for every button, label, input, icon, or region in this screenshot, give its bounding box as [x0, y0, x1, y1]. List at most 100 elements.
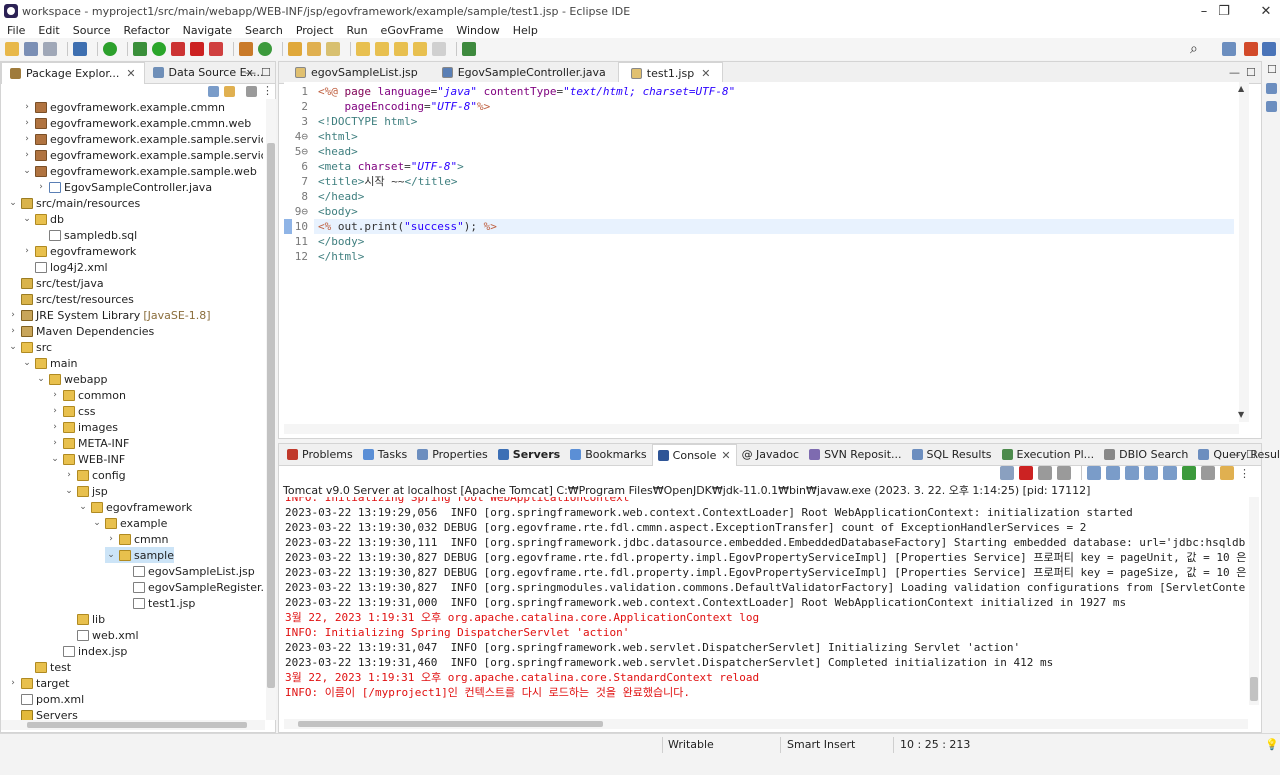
bottom-tab[interactable]: DBIO Search	[1099, 444, 1193, 465]
tree-item[interactable]: test1.jsp	[119, 595, 195, 611]
expand-arrow-icon[interactable]: ›	[7, 678, 19, 688]
expand-arrow-icon[interactable]: ⌄	[7, 342, 19, 352]
save-icon[interactable]	[24, 42, 38, 56]
console-hscroll-thumb[interactable]	[298, 721, 603, 727]
word-wrap-icon[interactable]	[1125, 466, 1139, 480]
tree-item[interactable]: › META-INF	[49, 435, 129, 451]
menu-egovframe[interactable]: eGovFrame	[381, 24, 444, 37]
expand-arrow-icon[interactable]: ⌄	[105, 550, 117, 560]
expand-arrow-icon[interactable]: ›	[49, 390, 61, 400]
tree-item[interactable]: › cmmn	[105, 531, 168, 547]
tree-item[interactable]: lib	[63, 611, 105, 627]
restore-view-icon[interactable]: ☐	[1267, 63, 1277, 76]
java-ee-perspective-icon[interactable]	[1244, 42, 1258, 56]
open-folder-icon[interactable]	[307, 42, 321, 56]
code-line[interactable]: <head>	[318, 144, 358, 159]
scroll-down-icon[interactable]: ▼	[1238, 410, 1244, 419]
console-scroll-thumb[interactable]	[1250, 677, 1258, 701]
code-line[interactable]: </head>	[318, 189, 364, 204]
menu-edit[interactable]: Edit	[38, 24, 59, 37]
tree-item[interactable]: egovSampleList.jsp	[119, 563, 255, 579]
tree-item[interactable]: › config	[63, 467, 125, 483]
new-class-icon[interactable]	[258, 42, 272, 56]
editor-tab[interactable]: EgovSampleController.java	[430, 62, 618, 83]
tree-item[interactable]: › common	[49, 387, 126, 403]
tree-item[interactable]: src/test/resources	[7, 291, 134, 307]
tree-item[interactable]: index.jsp	[49, 643, 127, 659]
show-on-output-icon[interactable]	[1144, 466, 1158, 480]
tree-item[interactable]: › egovframework	[21, 243, 136, 259]
expand-arrow-icon[interactable]: ⌄	[21, 166, 33, 176]
clear-console-icon[interactable]	[1087, 466, 1101, 480]
code-line[interactable]: <meta charset="UTF-8">	[318, 159, 464, 174]
java-perspective-icon[interactable]	[1262, 42, 1276, 56]
expand-arrow-icon[interactable]: ⌄	[21, 214, 33, 224]
more-icon[interactable]: ⋮	[262, 84, 273, 97]
code-editor[interactable]: 1 <%@ page language="java" contentType="t…	[284, 82, 1239, 422]
menu-search[interactable]: Search	[245, 24, 283, 37]
bottom-tab[interactable]: SVN Reposit...	[804, 444, 906, 465]
menu-window[interactable]: Window	[456, 24, 499, 37]
tree-item[interactable]: ⌄ WEB-INF	[49, 451, 125, 467]
terminate-icon[interactable]	[1019, 466, 1033, 480]
expand-arrow-icon[interactable]: ›	[7, 310, 19, 320]
bottom-tab[interactable]: SQL Results	[907, 444, 997, 465]
tree-item[interactable]: test	[21, 659, 71, 675]
expand-arrow-icon[interactable]: ⌄	[49, 454, 61, 464]
search-icon[interactable]: ⌕	[1190, 41, 1198, 57]
expand-arrow-icon[interactable]: ›	[7, 326, 19, 336]
tree-scroll-thumb[interactable]	[267, 143, 275, 688]
tree-item[interactable]: pom.xml	[7, 691, 84, 707]
open-perspective-icon[interactable]	[1222, 42, 1236, 56]
tree-item[interactable]: ⌄ sample	[105, 547, 174, 563]
clear-all-icon[interactable]	[1057, 466, 1071, 480]
tree-vertical-scrollbar[interactable]	[266, 99, 276, 720]
close-icon[interactable]: ✕	[721, 449, 730, 462]
last-edit-icon[interactable]	[394, 42, 408, 56]
menu-run[interactable]: Run	[346, 24, 367, 37]
bottom-tab[interactable]: Properties	[412, 444, 493, 465]
expand-arrow-icon[interactable]: ›	[21, 150, 33, 160]
tree-item[interactable]: › Maven Dependencies	[7, 323, 154, 339]
maximize-bottom-icon[interactable]: ☐	[1246, 448, 1256, 461]
tree-item[interactable]: log4j2.xml	[21, 259, 108, 275]
tree-item[interactable]: › css	[49, 403, 95, 419]
prev-annotation-icon[interactable]	[375, 42, 389, 56]
debug-icon[interactable]	[133, 42, 147, 56]
code-line[interactable]: <title>시작 ~~</title>	[318, 174, 457, 189]
maximize-editor-icon[interactable]: ☐	[1246, 66, 1256, 79]
tab-package-explorer[interactable]: Package Explor... ✕	[1, 62, 145, 84]
bottom-tab[interactable]: Execution Pl...	[997, 444, 1100, 465]
console-horizontal-scrollbar[interactable]	[284, 719, 1248, 729]
expand-arrow-icon[interactable]: ›	[21, 102, 33, 112]
bottom-tab[interactable]: Bookmarks	[565, 444, 651, 465]
expand-arrow-icon[interactable]: ⌄	[21, 358, 33, 368]
editor-horizontal-scrollbar[interactable]	[284, 424, 1239, 434]
open-type-icon[interactable]	[288, 42, 302, 56]
editor-tab[interactable]: egovSampleList.jsp	[283, 62, 430, 83]
close-icon[interactable]: ✕	[126, 67, 135, 80]
forward-icon[interactable]	[432, 42, 446, 56]
remove-all-icon[interactable]	[1038, 466, 1052, 480]
remove-launch-icon[interactable]	[1000, 466, 1014, 480]
tree-item[interactable]: › egovframework.example.sample.service.im…	[21, 147, 263, 163]
tree-item[interactable]: src/test/java	[7, 275, 104, 291]
server-start-icon[interactable]	[103, 42, 117, 56]
external-tools-icon[interactable]	[209, 42, 223, 56]
tree-item[interactable]: › images	[49, 419, 118, 435]
maximize-view-icon[interactable]: ☐	[261, 66, 271, 79]
code-line[interactable]: <% out.print("success"); %>	[318, 219, 497, 234]
back-icon[interactable]	[413, 42, 427, 56]
terminal-icon[interactable]	[73, 42, 87, 56]
new-icon[interactable]	[5, 42, 19, 56]
expand-arrow-icon[interactable]: ⌄	[91, 518, 103, 528]
expand-arrow-icon[interactable]: ⌄	[7, 198, 19, 208]
tree-item[interactable]: › egovframework.example.cmmn	[21, 99, 225, 115]
save-all-icon[interactable]	[43, 42, 57, 56]
pin-editor-icon[interactable]	[462, 42, 476, 56]
code-line[interactable]: pageEncoding="UTF-8"%>	[318, 99, 491, 114]
expand-arrow-icon[interactable]: ›	[63, 470, 75, 480]
new-package-icon[interactable]	[239, 42, 253, 56]
bottom-tab[interactable]: @ Javadoc	[737, 444, 805, 465]
show-on-error-icon[interactable]	[1163, 466, 1177, 480]
